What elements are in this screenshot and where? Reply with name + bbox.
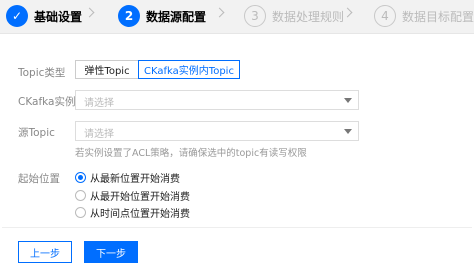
topic-type-ckafka-button[interactable]: CKafka实例内Topic: [138, 60, 240, 79]
next-step-button[interactable]: 下一步: [84, 241, 138, 263]
source-topic-placeholder: 请选择: [84, 129, 114, 140]
step-source-config: 2 数据源配置: [118, 5, 206, 27]
chevron-right-icon: [84, 7, 95, 18]
ckafka-instance-label: CKafka实例: [18, 96, 76, 108]
start-position-label: 起始位置: [18, 173, 60, 185]
check-icon: ✓: [6, 5, 28, 27]
caret-down-icon: [344, 98, 352, 103]
topic-type-elastic-button[interactable]: 弹性Topic: [75, 60, 139, 79]
step-target-config: 4 数据目标配置: [374, 5, 474, 27]
step-label: 数据源配置: [146, 9, 207, 24]
ckafka-instance-placeholder: 请选择: [84, 98, 114, 109]
step-label: 基础设置: [34, 9, 83, 24]
chevron-right-icon: [342, 7, 353, 18]
ckafka-instance-select[interactable]: 请选择: [75, 90, 359, 110]
stepper: ✓ 基础设置 2 数据源配置 3 数据处理规则 4 数据目标配置: [0, 0, 474, 34]
step-basic-settings: ✓ 基础设置: [6, 5, 82, 27]
radio-earliest[interactable]: 从最开始位置开始消费: [75, 188, 190, 203]
chevron-right-icon: [214, 7, 225, 18]
radio-checked-icon: [75, 171, 86, 183]
step-number: 4: [374, 5, 396, 27]
step-processing-rules: 3 数据处理规则: [244, 5, 344, 27]
radio-label: 从最开始位置开始消费: [90, 191, 190, 203]
radio-label: 从时间点位置开始消费: [90, 208, 190, 220]
step-label: 数据目标配置: [402, 9, 474, 24]
source-topic-select[interactable]: 请选择: [75, 121, 359, 141]
prev-step-button[interactable]: 上一步: [18, 241, 72, 263]
acl-hint: 若实例设置了ACL策略，请确保选中的topic有读写权限: [75, 148, 307, 159]
radio-label: 从最新位置开始消费: [90, 173, 180, 185]
step-number: 3: [244, 5, 266, 27]
topic-type-label: Topic类型: [18, 67, 66, 79]
caret-down-icon: [344, 129, 352, 134]
step-label: 数据处理规则: [272, 9, 345, 24]
radio-unchecked-icon: [75, 206, 86, 218]
radio-latest[interactable]: 从最新位置开始消费: [75, 170, 180, 185]
divider: [2, 227, 472, 228]
radio-unchecked-icon: [75, 189, 86, 201]
source-topic-label: 源Topic: [18, 127, 55, 139]
radio-timestamp[interactable]: 从时间点位置开始消费: [75, 205, 190, 220]
step-number: 2: [118, 5, 140, 27]
source-config-panel: Topic类型 弹性Topic CKafka实例内Topic CKafka实例 …: [2, 44, 472, 277]
